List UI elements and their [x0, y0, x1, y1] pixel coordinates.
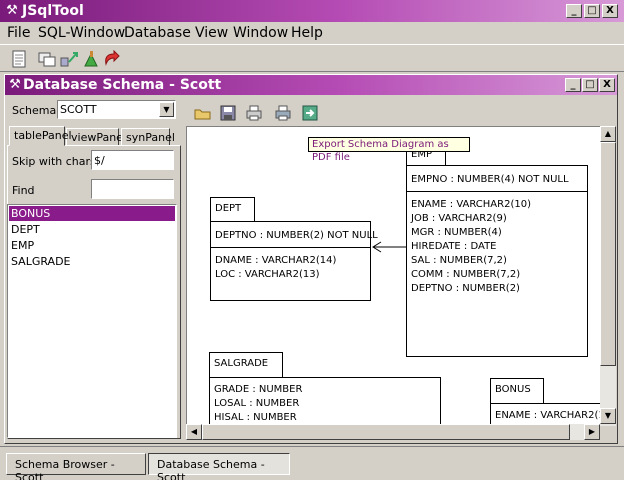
skip-chars-label: Skip with chars	[12, 155, 96, 168]
table-list: BONUS DEPT EMP SALGRADE	[7, 204, 177, 438]
print-preview-icon[interactable]	[274, 104, 292, 122]
emp-column: ENAME : VARCHAR2(10)	[411, 199, 531, 210]
horizontal-scroll-thumb[interactable]	[202, 424, 570, 440]
skip-chars-input[interactable]: $/	[91, 150, 174, 170]
minimize-button[interactable]: _	[566, 4, 582, 18]
emp-column: JOB : VARCHAR2(9)	[411, 213, 507, 224]
window-tab-bar: Schema Browser - Scott Database Schema -…	[0, 446, 624, 480]
tab-table-panel[interactable]: tablePanel	[9, 126, 72, 146]
list-item-emp[interactable]: EMP	[9, 238, 175, 253]
list-item-bonus[interactable]: BONUS	[9, 206, 175, 221]
menu-file[interactable]: File	[7, 25, 30, 41]
entity-emp[interactable]: EMPNO : NUMBER(4) NOT NULL ENAME : VARCH…	[406, 165, 588, 357]
close-button[interactable]: X	[602, 4, 618, 18]
scroll-up-button[interactable]: ▲	[600, 126, 616, 142]
scroll-right-button[interactable]: ▶	[584, 424, 600, 440]
emp-column: MGR : NUMBER(4)	[411, 227, 502, 238]
frame-close-button[interactable]: X	[599, 78, 615, 92]
menubar: File SQL-Window Database View Window Hel…	[0, 22, 624, 44]
entity-salgrade[interactable]: GRADE : NUMBER LOSAL : NUMBER HISAL : NU…	[209, 377, 441, 425]
schema-window-titlebar: ⚒ Database Schema - Scott _ □ X	[5, 75, 617, 95]
chevron-down-icon[interactable]: ▼	[159, 102, 174, 117]
tab-view-panel[interactable]: viewPanel	[66, 128, 126, 146]
frame-maximize-button[interactable]: □	[582, 78, 598, 92]
app-titlebar: ⚒ JSqlTool _ □ X	[0, 0, 624, 22]
maximize-button[interactable]: □	[584, 4, 600, 18]
dept-column: DNAME : VARCHAR2(14)	[215, 255, 337, 266]
scroll-left-button[interactable]: ◀	[186, 424, 202, 440]
entity-bonus-name[interactable]: BONUS	[490, 378, 544, 404]
emp-column: COMM : NUMBER(7,2)	[411, 269, 521, 280]
emp-column: HIREDATE : DATE	[411, 241, 497, 252]
reconnect-icon[interactable]	[60, 50, 78, 68]
export-pdf-icon[interactable]	[301, 104, 319, 122]
salgrade-column: GRADE : NUMBER	[214, 384, 303, 395]
frame-minimize-button[interactable]: _	[565, 78, 581, 92]
tab-syn-panel[interactable]: synPanel	[121, 128, 175, 146]
emp-column: DEPTNO : NUMBER(2)	[411, 283, 520, 294]
schema-label: Schema	[12, 104, 57, 117]
main-toolbar	[0, 44, 624, 72]
schema-diagram-canvas[interactable]: EMP EMPNO : NUMBER(4) NOT NULL ENAME : V…	[186, 126, 602, 426]
app-title: JSqlTool	[22, 3, 84, 19]
entity-dept-name[interactable]: DEPT	[210, 197, 255, 223]
vertical-scroll-thumb[interactable]	[600, 142, 616, 366]
schema-select-value: SCOTT	[60, 103, 97, 116]
emp-pk-column: EMPNO : NUMBER(4) NOT NULL	[411, 174, 569, 185]
list-item-salgrade[interactable]: SALGRADE	[9, 254, 175, 269]
menu-database[interactable]: Database	[124, 25, 191, 41]
bonus-column: ENAME : VARCHAR2(10)	[495, 410, 601, 421]
entity-dept[interactable]: DEPTNO : NUMBER(2) NOT NULL DNAME : VARC…	[210, 221, 378, 301]
connect-icon[interactable]	[82, 50, 100, 68]
menu-window[interactable]: Window	[233, 25, 288, 41]
salgrade-column: HISAL : NUMBER	[214, 412, 297, 423]
schema-window-title: Database Schema - Scott	[23, 77, 222, 93]
horizontal-scrollbar[interactable]: ◀ ▶	[186, 424, 600, 440]
list-item-dept[interactable]: DEPT	[9, 222, 175, 237]
open-folder-icon[interactable]	[194, 104, 212, 122]
emp-column: SAL : NUMBER(7,2)	[411, 255, 507, 266]
vertical-scrollbar[interactable]: ▲ ▼	[600, 126, 616, 426]
schema-window-icon: ⚒	[9, 77, 21, 92]
schema-select[interactable]: SCOTT ▼	[57, 100, 176, 119]
dept-column: LOC : VARCHAR2(13)	[215, 269, 320, 280]
scroll-down-button[interactable]: ▼	[600, 408, 616, 424]
dept-pk-column: DEPTNO : NUMBER(2) NOT NULL	[215, 230, 378, 241]
relationship-arrow	[372, 241, 406, 253]
find-input[interactable]	[91, 179, 174, 199]
window-tab-database-schema[interactable]: Database Schema - Scott	[148, 453, 290, 480]
menu-help[interactable]: Help	[291, 25, 323, 41]
new-document-icon[interactable]	[10, 50, 28, 68]
disconnect-icon[interactable]	[102, 50, 120, 68]
menu-view[interactable]: View	[195, 25, 228, 41]
find-label: Find	[12, 184, 35, 197]
save-icon[interactable]	[219, 104, 237, 122]
entity-salgrade-name[interactable]: SALGRADE	[209, 352, 283, 378]
window-tab-schema-browser[interactable]: Schema Browser - Scott	[6, 453, 146, 480]
app-logo-icon: ⚒	[6, 3, 18, 18]
salgrade-column: LOSAL : NUMBER	[214, 398, 300, 409]
menu-sql-window[interactable]: SQL-Window	[38, 25, 125, 41]
entity-bonus[interactable]: ENAME : VARCHAR2(10)	[490, 403, 601, 425]
print-icon[interactable]	[245, 104, 263, 122]
windows-icon[interactable]	[38, 50, 56, 68]
export-pdf-tooltip: Export Schema Diagram as PDF file	[308, 137, 470, 163]
